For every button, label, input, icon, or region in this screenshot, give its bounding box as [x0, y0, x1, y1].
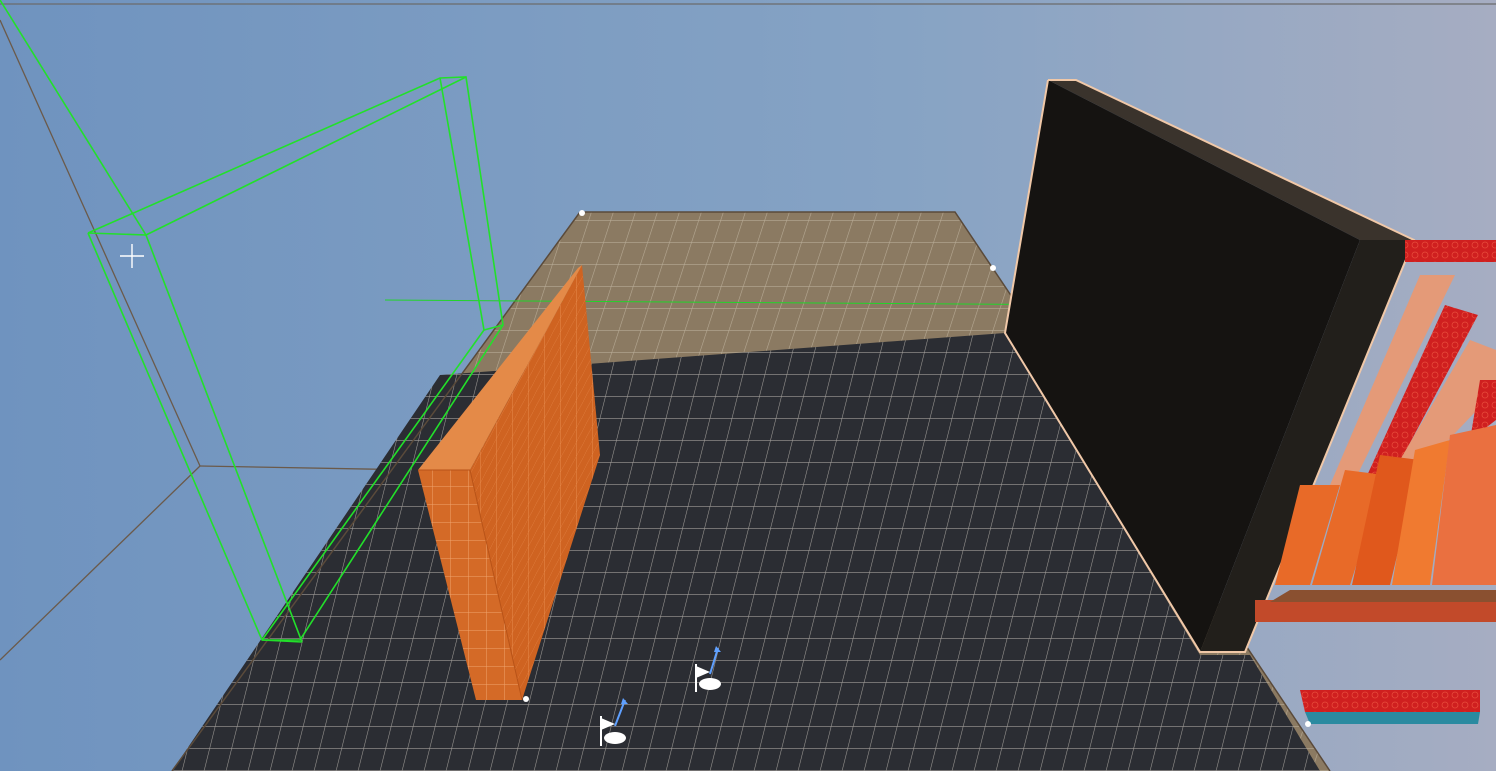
- viewport-scene[interactable]: [0, 0, 1496, 771]
- editor-viewport[interactable]: [0, 0, 1496, 771]
